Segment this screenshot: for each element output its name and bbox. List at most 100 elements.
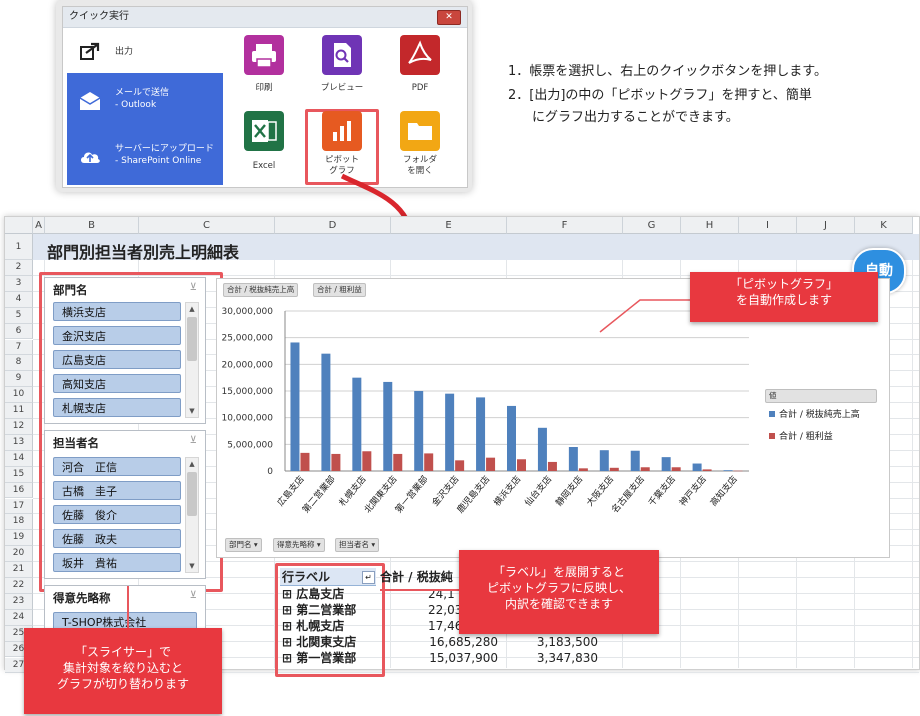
tile-open-folder[interactable] <box>400 111 440 151</box>
scroll-up-icon[interactable]: ▲ <box>186 304 198 314</box>
slicer-item[interactable]: 佐藤 政夫 <box>53 529 181 548</box>
legend-title: 値 <box>765 389 877 403</box>
column-header[interactable]: D <box>275 217 391 234</box>
row-header[interactable]: 17 <box>5 498 33 515</box>
sidebar-item-sharepoint[interactable]: サーバーにアップロード - SharePoint Online <box>67 129 223 185</box>
tile-preview[interactable] <box>322 35 362 75</box>
row-header[interactable]: 21 <box>5 562 33 578</box>
close-button[interactable]: ✕ <box>437 10 461 25</box>
row-header[interactable]: 1 <box>5 234 33 260</box>
row-header[interactable]: 11 <box>5 403 33 419</box>
clear-filter-icon[interactable]: ⊻ <box>190 435 197 446</box>
slicer-item[interactable]: 古橋 圭子 <box>53 481 181 500</box>
pivot-value-header: 合計 / 税抜純 <box>380 570 453 584</box>
slicer-item[interactable]: 札幌支店 <box>53 398 181 417</box>
callout-slicer: 「スライサー」で 集計対象を絞り込むと グラフが切り替わります <box>24 628 222 714</box>
slicer-item[interactable]: 高知支店 <box>53 374 181 393</box>
column-header[interactable]: C <box>139 217 275 234</box>
row-header[interactable]: 8 <box>5 355 33 372</box>
axis-field-customer[interactable]: 得意先略称 ▾ <box>273 538 325 552</box>
slicer-item[interactable]: 河合 正信 <box>53 457 181 476</box>
row-header[interactable]: 10 <box>5 387 33 404</box>
scroll-thumb[interactable] <box>187 472 197 516</box>
pivot-row-label-header: 行ラベル <box>282 570 331 584</box>
pivot-row[interactable]: ⊞ 第二営業部 <box>282 602 356 618</box>
slicer-item[interactable]: 広島支店 <box>53 350 181 369</box>
sidebar-item-export[interactable]: 出力 <box>67 31 223 73</box>
slicer-scrollbar[interactable]: ▲ ▼ <box>185 457 199 573</box>
row-header[interactable]: 15 <box>5 466 33 483</box>
bar <box>599 450 609 471</box>
column-header[interactable]: H <box>681 217 739 234</box>
tile-pivot-graph[interactable] <box>322 111 362 151</box>
row-header[interactable]: 16 <box>5 482 33 499</box>
pivot-row[interactable]: ⊞ 札幌支店 <box>282 618 344 634</box>
column-header[interactable]: K <box>855 217 913 234</box>
select-all-corner[interactable] <box>5 217 33 234</box>
printer-icon <box>252 44 276 68</box>
slicer-item[interactable]: 横浜支店 <box>53 302 181 321</box>
slicer-item[interactable]: 坂井 貴祐 <box>53 553 181 572</box>
sidebar-label-mail: メールで送信 <box>115 88 170 98</box>
legend-swatch-sales <box>769 411 775 417</box>
axis-field-department[interactable]: 部門名 ▾ <box>225 538 262 552</box>
bar <box>393 453 403 471</box>
tile-label-preview: プレビュー <box>320 83 364 93</box>
pivot-row[interactable]: ⊞ 広島支店 <box>282 586 344 602</box>
pivot-cell: 17,46 <box>428 619 463 633</box>
row-header[interactable]: 24 <box>5 609 33 626</box>
tile-print[interactable] <box>244 35 284 75</box>
bar <box>300 452 310 471</box>
slicer-item[interactable]: 佐藤 俊介 <box>53 505 181 524</box>
sidebar-item-mail[interactable]: メールで送信 - Outlook <box>67 73 223 129</box>
slicer-scrollbar[interactable]: ▲ ▼ <box>185 302 199 418</box>
row-header[interactable]: 13 <box>5 434 33 451</box>
row-header[interactable]: 14 <box>5 450 33 467</box>
row-header[interactable]: 19 <box>5 530 33 547</box>
pivot-row[interactable]: ⊞ 第一営業部 <box>282 650 356 666</box>
row-header[interactable]: 20 <box>5 546 33 563</box>
filter-dropdown-icon[interactable]: ↵ <box>362 571 375 584</box>
column-header[interactable]: E <box>391 217 507 234</box>
column-header[interactable]: A <box>33 217 45 234</box>
x-tick-label: 広島支店 <box>274 473 306 508</box>
axis-field-person[interactable]: 担当者名 ▾ <box>335 538 380 552</box>
scroll-thumb[interactable] <box>187 317 197 361</box>
pivot-cell: 15,037,900 <box>429 651 498 665</box>
tile-excel[interactable] <box>244 111 284 151</box>
tile-pdf[interactable] <box>400 35 440 75</box>
column-header[interactable]: F <box>507 217 623 234</box>
row-header[interactable]: 22 <box>5 578 33 594</box>
column-header[interactable]: B <box>45 217 139 234</box>
bar <box>671 467 681 471</box>
scroll-down-icon[interactable]: ▼ <box>186 406 198 416</box>
row-header[interactable]: 23 <box>5 593 33 610</box>
row-header[interactable]: 18 <box>5 514 33 531</box>
column-header[interactable]: G <box>623 217 681 234</box>
column-header[interactable]: I <box>739 217 797 234</box>
pivot-row[interactable]: ⊞ 北関東支店 <box>282 634 356 650</box>
quick-launch-dialog: クイック実行 ✕ 出力 メールで送信 - Outlook サーバーにアップロード… <box>62 6 468 188</box>
callout-slicer-line1: 「スライサー」で <box>74 645 171 659</box>
clear-filter-icon[interactable]: ⊻ <box>190 282 197 293</box>
pivot-cell: 3,183,500 <box>536 635 598 649</box>
row-header[interactable]: 3 <box>5 275 33 292</box>
pivot-cell: 16,685,280 <box>429 635 498 649</box>
row-header[interactable]: 9 <box>5 371 33 388</box>
bar <box>424 453 434 471</box>
row-header[interactable]: 4 <box>5 291 33 308</box>
bar <box>290 342 300 471</box>
clear-filter-icon[interactable]: ⊻ <box>190 590 197 601</box>
row-header[interactable]: 6 <box>5 323 33 340</box>
scroll-down-icon[interactable]: ▼ <box>186 561 198 571</box>
row-header[interactable]: 2 <box>5 260 33 276</box>
instruction-step-2b: にグラフ出力することができます。 <box>532 110 739 125</box>
y-tick-label: 5,000,000 <box>227 440 273 450</box>
x-tick-label: 千葉支店 <box>646 473 678 508</box>
slicer-item[interactable]: 金沢支店 <box>53 326 181 345</box>
row-header[interactable]: 5 <box>5 307 33 324</box>
column-header[interactable]: J <box>797 217 855 234</box>
scroll-up-icon[interactable]: ▲ <box>186 459 198 469</box>
row-header[interactable]: 7 <box>5 339 33 356</box>
row-header[interactable]: 12 <box>5 419 33 435</box>
